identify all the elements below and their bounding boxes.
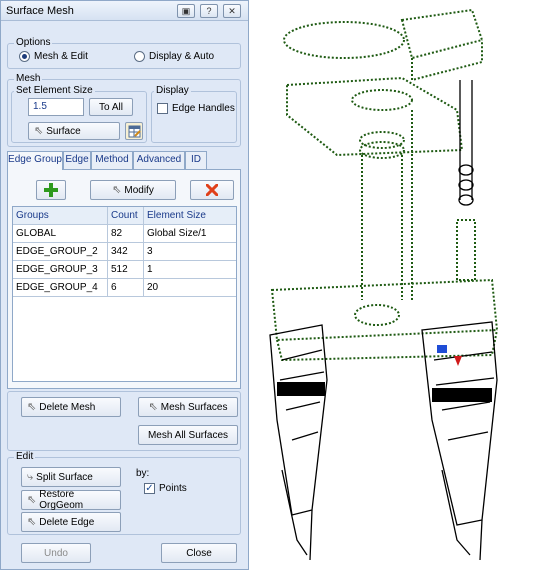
edge-group-table: Groups Count Element Size GLOBAL 82 Glob… [12, 206, 237, 382]
table-header: Groups Count Element Size [13, 207, 236, 225]
display-auto-radio[interactable]: Display & Auto [134, 51, 214, 62]
display-auto-label: Display & Auto [149, 51, 215, 62]
surface-button[interactable]: ⇖ Surface [28, 122, 120, 140]
element-size-cell: 20 [144, 279, 236, 297]
cursor-icon: ⇖ [27, 493, 37, 506]
mesh-legend: Mesh [14, 73, 43, 85]
title-bar[interactable]: Surface Mesh ▣ ? ✕ [1, 1, 248, 21]
tab-method[interactable]: Method [91, 151, 133, 169]
column-header-count[interactable]: Count [108, 207, 144, 225]
tab-edge-group[interactable]: Edge Group [7, 151, 63, 170]
model-viewport[interactable] [252, 0, 537, 570]
delete-mesh-label: Delete Mesh [39, 401, 96, 413]
delete-group-button[interactable] [190, 180, 234, 200]
table-row[interactable]: EDGE_GROUP_2 342 3 [13, 243, 236, 261]
delete-edge-label: Delete Edge [39, 516, 95, 528]
delete-x-icon [206, 184, 218, 196]
cursor-icon: ⇖ [34, 124, 44, 137]
edge-handles-checkbox[interactable]: Edge Handles [157, 103, 235, 114]
count-cell: 6 [108, 279, 144, 297]
modify-label: Modify [124, 184, 154, 196]
edge-handles-box[interactable] [157, 103, 168, 114]
surface-mesh-dialog: Surface Mesh ▣ ? ✕ Options Mesh & Edit D… [0, 0, 249, 570]
radio-dot[interactable] [19, 51, 30, 62]
delete-mesh-button[interactable]: ⇖ Delete Mesh [21, 397, 121, 417]
cursor-icon: ⇖ [148, 400, 158, 413]
tab-bar: Edge Group Edge Method Advanced ID [7, 151, 241, 170]
options-legend: Options [14, 37, 53, 49]
count-cell: 512 [108, 261, 144, 279]
window-title: Surface Mesh [6, 5, 74, 17]
display-group: Display [151, 85, 237, 143]
element-size-input[interactable]: 1.5 [28, 98, 84, 116]
split-icon: ⤷ [27, 470, 34, 483]
split-surface-label: Split Surface [36, 471, 93, 483]
group-name-cell: EDGE_GROUP_3 [13, 261, 108, 279]
element-size-cell: 3 [144, 243, 236, 261]
tab-advanced[interactable]: Advanced [133, 151, 185, 169]
group-name-cell: EDGE_GROUP_4 [13, 279, 108, 297]
tab-edge[interactable]: Edge [63, 151, 91, 169]
edit-legend: Edit [14, 451, 36, 463]
group-name-cell: EDGE_GROUP_2 [13, 243, 108, 261]
element-size-cell: 1 [144, 261, 236, 279]
mesh-surfaces-button[interactable]: ⇖ Mesh Surfaces [138, 397, 238, 417]
mesh-edit-radio[interactable]: Mesh & Edit [19, 51, 88, 62]
help-button[interactable]: ? [200, 4, 218, 18]
mesh-surfaces-label: Mesh Surfaces [160, 401, 228, 413]
close-button[interactable]: Close [161, 543, 237, 563]
cursor-icon: ⇖ [27, 515, 37, 528]
tab-id[interactable]: ID [185, 151, 207, 169]
mesh-model-view[interactable] [252, 0, 537, 570]
restore-orggeom-button[interactable]: ⇖ Restore OrgGeom [21, 489, 121, 511]
close-window-button[interactable]: ✕ [223, 4, 241, 18]
table-row[interactable]: EDGE_GROUP_3 512 1 [13, 261, 236, 279]
points-label: Points [159, 483, 187, 494]
to-all-button[interactable]: To All [89, 98, 133, 116]
cursor-icon: ⇖ [112, 183, 122, 196]
by-label: by: [136, 468, 150, 479]
restore-orggeom-label: Restore OrgGeom [39, 489, 84, 511]
split-surface-button[interactable]: ⤷ Split Surface [21, 467, 121, 487]
count-cell: 82 [108, 225, 144, 243]
group-name-cell: GLOBAL [13, 225, 108, 243]
table-edit-icon [128, 125, 141, 137]
table-row[interactable]: EDGE_GROUP_4 6 20 [13, 279, 236, 297]
undo-button[interactable]: Undo [21, 543, 91, 563]
modify-button[interactable]: ⇖ Modify [90, 180, 176, 200]
points-checkbox[interactable]: ✓ Points [144, 483, 187, 494]
points-box[interactable]: ✓ [144, 483, 155, 494]
count-cell: 342 [108, 243, 144, 261]
edit-table-icon[interactable] [125, 122, 143, 140]
radio-dot[interactable] [134, 51, 145, 62]
delete-edge-button[interactable]: ⇖ Delete Edge [21, 512, 121, 532]
mesh-edit-label: Mesh & Edit [34, 51, 88, 62]
display-legend: Display [154, 85, 191, 97]
edge-handles-label: Edge Handles [172, 103, 235, 114]
column-header-groups[interactable]: Groups [13, 207, 108, 225]
set-element-size-legend: Set Element Size [14, 85, 95, 97]
element-size-cell: Global Size/1 [144, 225, 236, 243]
cursor-icon: ⇖ [27, 400, 37, 413]
restore-window-button[interactable]: ▣ [177, 4, 195, 18]
plus-icon [44, 183, 58, 197]
mesh-all-surfaces-button[interactable]: Mesh All Surfaces [138, 425, 238, 445]
column-header-element-size[interactable]: Element Size [144, 207, 236, 225]
add-group-button[interactable] [36, 180, 66, 200]
surface-label: Surface [46, 125, 81, 137]
table-row[interactable]: GLOBAL 82 Global Size/1 [13, 225, 236, 243]
edge-group-panel: ⇖ Modify Groups Count Element Size GLOBA… [7, 169, 241, 389]
